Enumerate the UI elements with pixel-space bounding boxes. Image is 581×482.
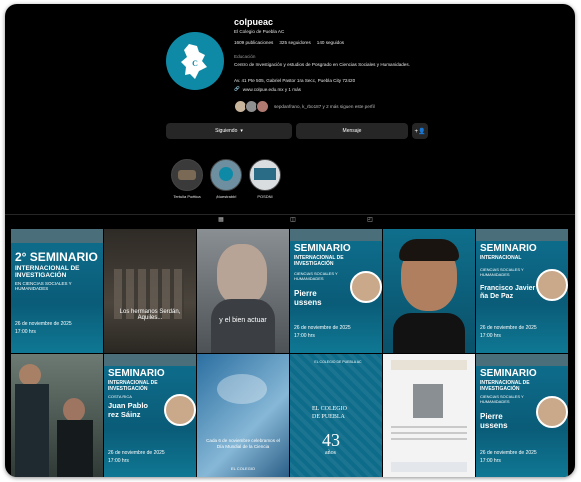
posts-count: 1609 publicaciones [234,40,274,45]
post-tile[interactable]: y el bien actuar [197,229,289,353]
post-tagline: CIENCIAS SOCIALES Y HUMANIDADES [480,394,524,404]
post-time: 17:00 hrs [15,329,36,335]
tabs-divider [5,214,575,215]
post-caption: Cada 6 de noviembre celebramos el Día Mu… [206,438,280,449]
post-tagline: CIENCIAS SOCIALES Y HUMANIDADES [480,267,524,277]
post-tagline: EN CIENCIAS SOCIALES Y HUMANIDADES [15,281,72,291]
profile-address: Av. 41 Pte 505, Gabriel Pastor 1ra Secc,… [234,78,356,83]
post-title: SEMINARIO [480,243,537,254]
post-subtitle: INTERNACIONAL [480,255,522,261]
profile-avatar[interactable]: C [166,32,224,90]
post-time: 17:00 hrs [108,458,129,464]
post-subtitle: DE PUEBLA [312,414,345,420]
post-speaker-name: Pierre ussens [294,289,322,307]
profile-stats: 1609 publicaciones 325 seguidores 140 se… [234,40,344,45]
post-tile[interactable]: 2° SEMINARIO INTERNACIONAL DE INVESTIGAC… [11,229,103,353]
post-date: 26 de noviembre de 2025 [108,450,165,456]
post-tile[interactable]: Cada 6 de noviembre celebramos el Día Mu… [197,354,289,477]
post-time: 17:00 hrs [294,333,315,339]
post-tagline: CIENCIAS SOCIALES Y HUMANIDADES [294,271,338,281]
post-title: EL COLEGIO [312,406,347,412]
post-title: SEMINARIO [294,243,351,254]
message-button-label: Mensaje [342,128,362,134]
post-subtitle: INTERNACIONAL DE INVESTIGACIÓN [294,255,344,267]
post-speaker-name: Francisco Javier ña De Paz [480,285,536,300]
reels-icon[interactable]: ◫ [289,216,297,224]
profile-username: colpueac [234,17,274,27]
post-time: 17:00 hrs [480,333,501,339]
svg-text:C: C [192,59,198,68]
profile-link[interactable]: 🔗 www.colpue.edu.mx y 1 más [234,86,301,92]
highlight-item[interactable]: ¡Nuestrabb! [209,159,243,199]
post-subtitle: INTERNACIONAL DE INVESTIGACIÓN [108,380,158,392]
post-tile[interactable] [383,229,475,353]
post-caption: y el bien actuar [219,317,267,324]
post-footer: EL COLEGIO [230,466,256,471]
profile-category: Educación [234,54,256,59]
posts-grid: 2° SEMINARIO INTERNACIONAL DE INVESTIGAC… [11,229,569,477]
followers-count[interactable]: 325 seguidores [279,40,310,45]
message-button[interactable]: Mensaje [296,123,408,139]
post-tile[interactable] [383,354,475,477]
followed-by[interactable]: sepdanfrano, k_rbo187 y 2 más siguen est… [234,100,375,113]
post-time: 17:00 hrs [480,458,501,464]
follower-avatar [256,100,269,113]
post-title: SEMINARIO [108,368,165,379]
post-date: 26 de noviembre de 2025 [480,450,537,456]
speaker-photo [350,271,382,303]
following-count[interactable]: 140 seguidos [317,40,344,45]
post-tile[interactable]: SEMINARIO INTERNACIONAL DE INVESTIGACIÓN… [104,354,196,477]
post-date: 26 de noviembre de 2025 [294,325,351,331]
post-tile[interactable]: Los hermanos Serdán, Aquiles... [104,229,196,353]
post-subtitle: INTERNACIONAL DE INVESTIGACIÓN [15,265,80,279]
post-caption: Los hermanos Serdán, Aquiles... [119,309,181,321]
profile-full-name: El Colegio de Puebla AC [234,29,285,34]
highlight-cover [249,159,281,191]
post-tile[interactable]: SEMINARIO INTERNACIONAL DE INVESTIGACIÓN… [476,354,568,477]
highlight-label: Tertulia Poética [173,194,201,199]
highlight-cover [210,159,242,191]
highlight-label: POSDNI [257,194,273,199]
post-tile[interactable] [11,354,103,477]
post-speaker-name: Juan Pablo rez Sáinz [108,401,149,419]
link-icon: 🔗 [234,86,240,91]
profile-link-text: www.colpue.edu.mx y 1 más [242,86,301,92]
post-big-number: 43 [322,430,340,450]
speaker-photo [536,269,568,301]
followed-by-text: sepdanfrano, k_rbo187 y 2 más siguen est… [274,104,375,109]
following-button[interactable]: Siguiendo ▾ [166,123,292,139]
highlight-item[interactable]: Tertulia Poética [170,159,204,199]
post-date: 26 de noviembre de 2025 [15,321,72,327]
speaker-photo [536,396,568,428]
speaker-photo [164,394,196,426]
highlight-cover [171,159,203,191]
puebla-map-logo-icon: C [175,41,215,81]
add-user-icon: +👤 [414,128,426,135]
post-tile[interactable]: EL COLEGIO DE PUEBLA AC EL COLEGIO DE PU… [290,354,382,477]
post-big-sub: años [325,450,336,456]
post-speaker-name: Pierre ussens [480,412,508,430]
instagram-profile-window: C colpueac El Colegio de Puebla AC 1609 … [5,4,575,477]
post-title: 2° SEMINARIO [15,250,98,264]
tagged-icon[interactable]: ◰ [366,216,374,224]
following-button-label: Siguiendo [215,128,238,134]
post-date: 26 de noviembre de 2025 [480,325,537,331]
post-tile[interactable]: SEMINARIO INTERNACIONAL DE INVESTIGACIÓN… [290,229,382,353]
add-user-button[interactable]: +👤 [412,123,428,139]
post-tile[interactable]: SEMINARIO INTERNACIONAL CIENCIAS SOCIALE… [476,229,568,353]
post-title: SEMINARIO [480,368,537,379]
grid-icon[interactable]: ▦ [217,216,225,224]
post-subtitle: INTERNACIONAL DE INVESTIGACIÓN [480,380,530,392]
chevron-down-icon: ▾ [240,128,243,134]
profile-bio: Centro de Investigación y estudios de Po… [234,62,410,67]
post-header: EL COLEGIO DE PUEBLA AC [314,360,362,364]
highlight-label: ¡Nuestrabb! [215,194,237,199]
post-tagline: COSTA RICA [108,394,132,399]
highlight-item[interactable]: POSDNI [248,159,282,199]
